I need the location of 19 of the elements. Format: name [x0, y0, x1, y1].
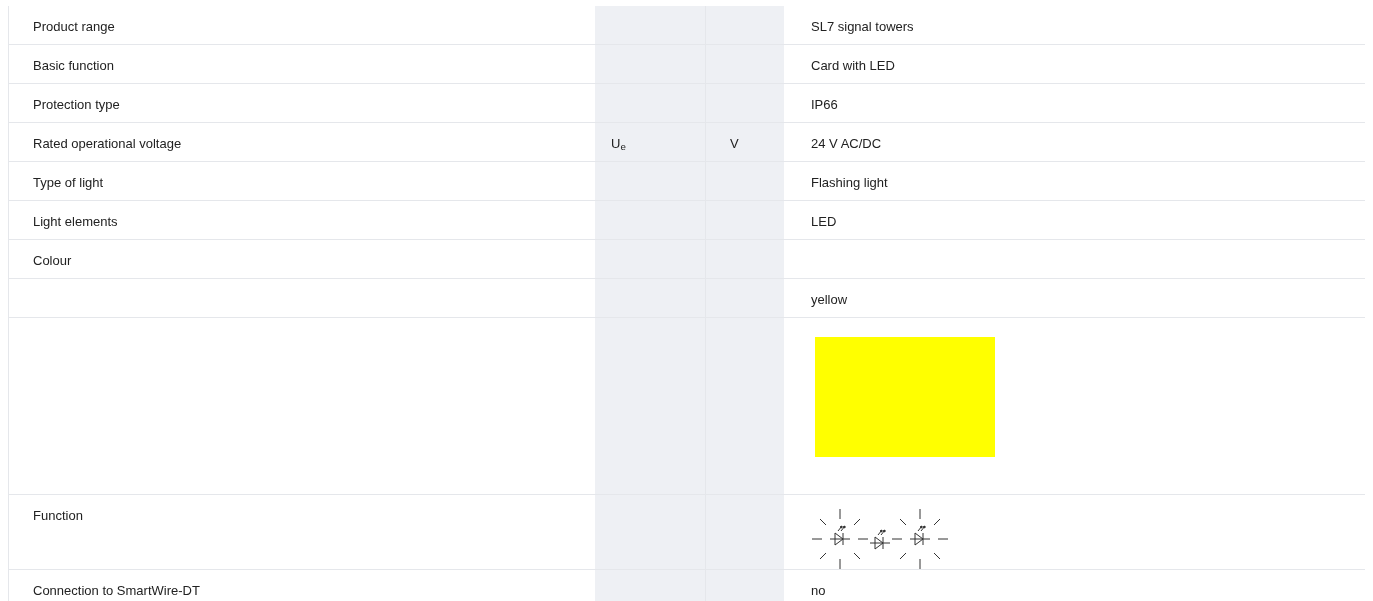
property-label: Rated operational voltage: [33, 136, 182, 151]
property-label: Type of light: [33, 175, 104, 190]
unit-cell: V: [706, 123, 784, 161]
property-label: Colour: [33, 253, 72, 268]
property-value: no: [811, 583, 826, 598]
property-label: Function: [33, 508, 83, 523]
property-value: LED: [811, 214, 837, 229]
property-label: Protection type: [33, 97, 120, 112]
property-value: SL7 signal towers: [811, 19, 914, 34]
property-value: IP66: [811, 97, 838, 112]
property-label: Product range: [33, 19, 115, 34]
property-value: Card with LED: [811, 58, 895, 73]
symbol-cell: U$_{e}$: [595, 123, 706, 161]
property-label: Connection to SmartWire-DT: [33, 583, 200, 598]
property-value: Flashing light: [811, 175, 888, 190]
property-label: Light elements: [33, 214, 118, 229]
property-value: 24 V AC/DC: [811, 136, 882, 151]
property-label: Basic function: [33, 58, 114, 73]
property-value: yellow: [811, 292, 848, 307]
